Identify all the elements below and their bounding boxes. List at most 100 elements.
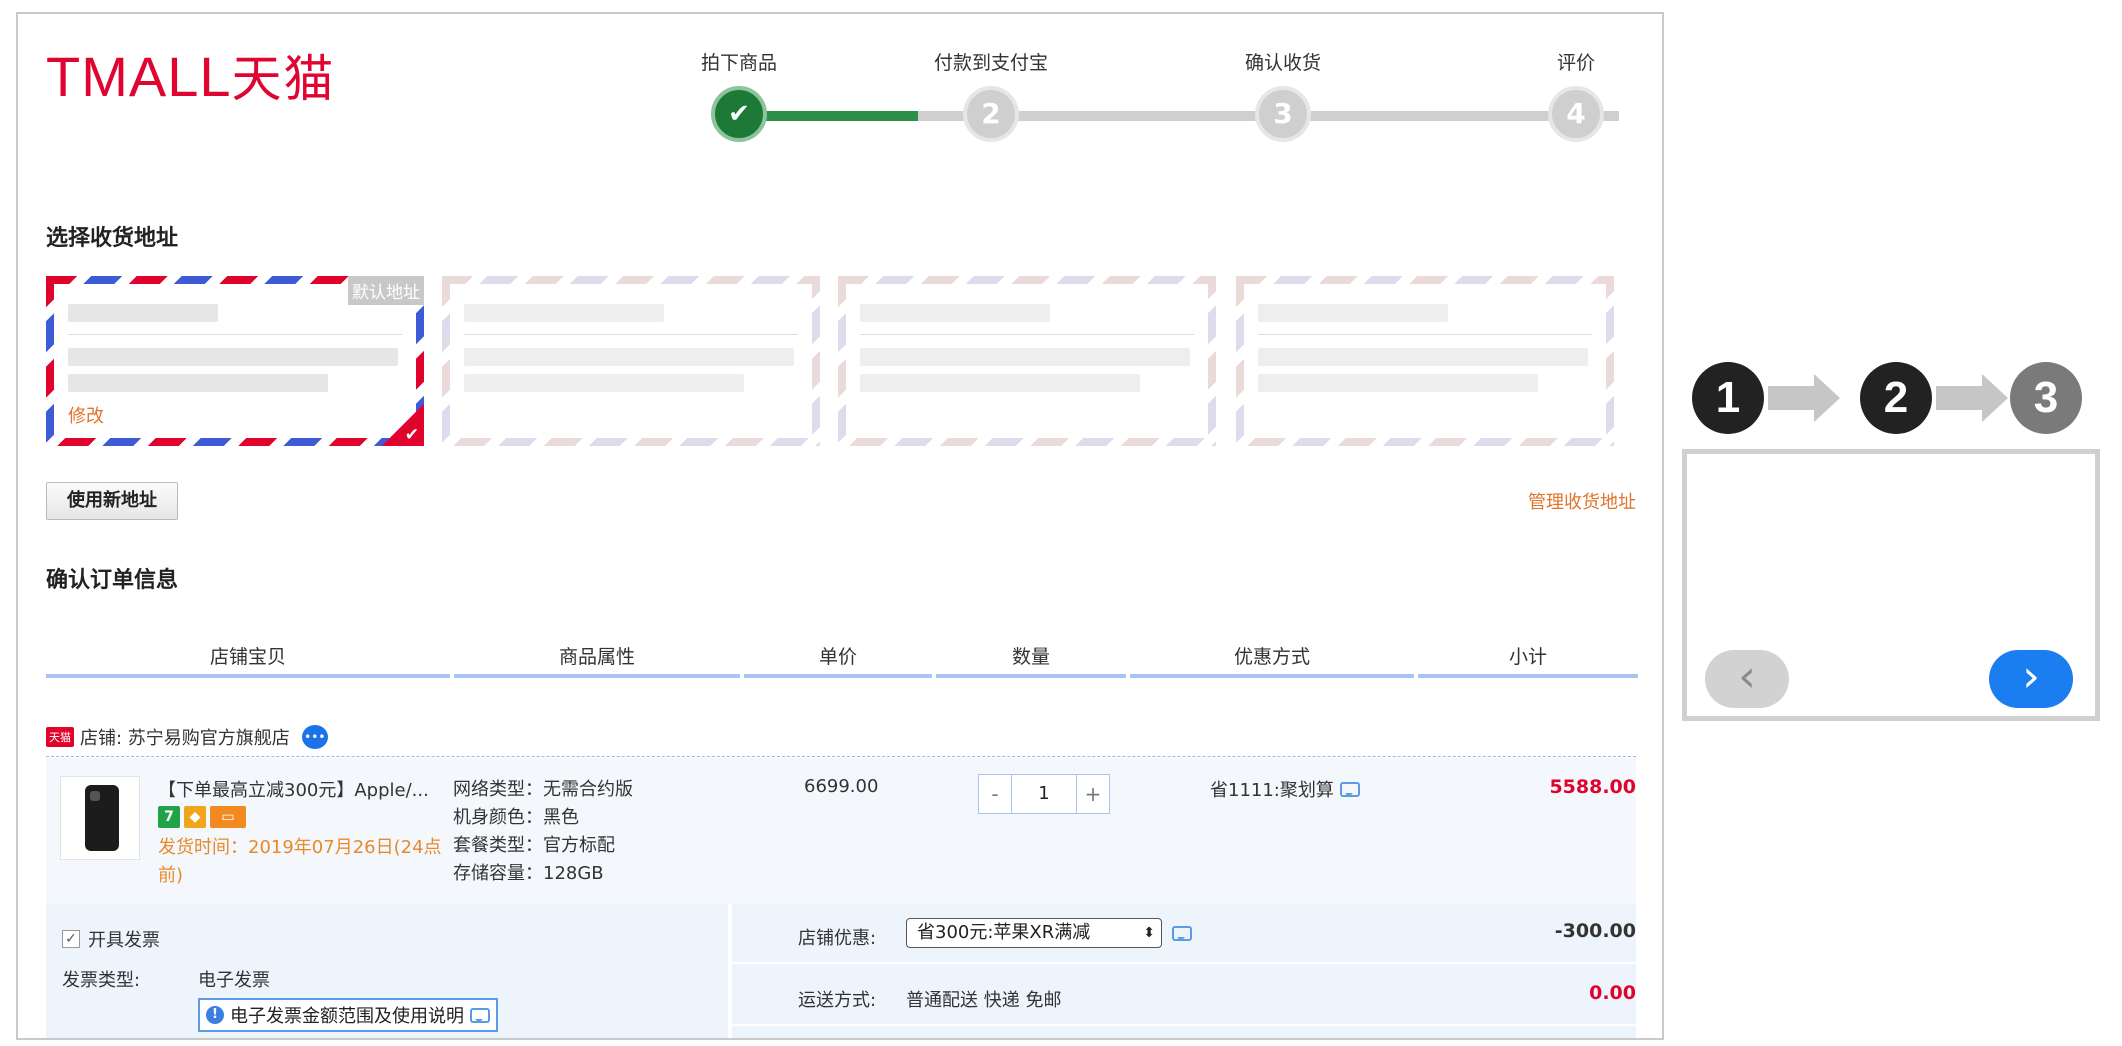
- progress-step-label: 确认收货: [1244, 52, 1321, 74]
- info-icon: !: [206, 1006, 224, 1024]
- invoice-help-box[interactable]: ! 电子发票金额范围及使用说明: [198, 998, 498, 1032]
- progress-step-2: 付款到支付宝 2: [916, 50, 1066, 142]
- address-card-default[interactable]: 默认地址 修改 ✔: [46, 276, 424, 446]
- tutorial-step-2: 2: [1860, 362, 1932, 434]
- message-icon[interactable]: [470, 1007, 490, 1023]
- attribute-storage: 存储容量：128GB: [453, 863, 604, 884]
- tmall-logo[interactable]: TMALL天猫: [46, 49, 336, 105]
- redacted-address-line: [68, 348, 398, 366]
- address-card-body: 默认地址 修改 ✔: [54, 276, 424, 446]
- shipping-label: 运送方式:: [798, 990, 877, 1011]
- order-item-row: 【下单最高立减300元】Apple/... 7 ◆ ▭ 发货时间：2019年07…: [46, 758, 1636, 904]
- chat-icon[interactable]: •••: [301, 725, 328, 749]
- check-icon: ✔: [711, 86, 767, 142]
- store-discount-amount: -300.00: [1554, 920, 1636, 942]
- step-number: 2: [963, 86, 1019, 142]
- attribute-network: 网络类型：无需合约版: [453, 779, 633, 800]
- col-header-quantity: 数量: [936, 642, 1126, 678]
- redacted-address-line: [1258, 374, 1538, 392]
- redacted-address-line: [1258, 348, 1588, 366]
- invoice-toggle[interactable]: ✓ 开具发票: [62, 926, 160, 952]
- step-number: 4: [1548, 86, 1604, 142]
- promotion: 省1111:聚划算: [1210, 776, 1360, 802]
- progress-step-label: 拍下商品: [700, 52, 777, 74]
- divider: [1258, 334, 1592, 335]
- phone-image: [85, 785, 119, 851]
- address-card[interactable]: [1236, 276, 1614, 446]
- redacted-address-line: [464, 348, 794, 366]
- unit-price: 6699.00: [804, 776, 879, 797]
- invoice-type-value: 电子发票: [198, 970, 270, 991]
- address-card-body: [450, 284, 812, 438]
- message-icon[interactable]: [1172, 926, 1192, 941]
- message-icon[interactable]: [1339, 781, 1360, 797]
- select-arrows-icon: ⬍: [1143, 925, 1155, 941]
- order-summary-panel: 店铺优惠: 省300元:苹果XR满减 ⬍ -300.00 运送方式: 普通配送 …: [732, 904, 1636, 1038]
- qty-input[interactable]: 1: [1011, 775, 1077, 813]
- product-title[interactable]: 【下单最高立减300元】Apple/...: [158, 776, 429, 802]
- promotion-text: 省1111:聚划算: [1210, 780, 1334, 801]
- manage-addresses-link[interactable]: 管理收货地址: [1528, 488, 1636, 514]
- col-header-promotion: 优惠方式: [1130, 642, 1414, 678]
- card-payment-icon: ▭: [210, 806, 246, 828]
- address-card[interactable]: [838, 276, 1216, 446]
- qty-minus-button[interactable]: -: [979, 775, 1011, 813]
- ship-time: 发货时间：2019年07月26日(24点前): [158, 837, 442, 886]
- redacted-name: [68, 304, 218, 322]
- quantity-stepper: - 1 +: [978, 774, 1110, 814]
- address-card-body: [1244, 284, 1606, 438]
- tutorial-step-3: 3: [2010, 362, 2082, 434]
- progress-step-3: 确认收货 3: [1208, 50, 1358, 142]
- qty-plus-button[interactable]: +: [1077, 775, 1109, 813]
- arrow-right-icon: [1768, 374, 1840, 422]
- store-discount-row: 店铺优惠: 省300元:苹果XR满减 ⬍ -300.00: [732, 904, 1636, 964]
- product-thumbnail[interactable]: [60, 776, 140, 860]
- tutorial-step-1: 1: [1692, 362, 1764, 434]
- guarantee-icon: ◆: [184, 806, 206, 828]
- use-new-address-button[interactable]: 使用新地址: [46, 482, 178, 520]
- attribute-package: 套餐类型：官方标配: [453, 835, 615, 856]
- progress-step-1: 拍下商品 ✔: [664, 50, 814, 142]
- redacted-address-line: [860, 374, 1140, 392]
- edit-address-link[interactable]: 修改: [68, 402, 104, 428]
- progress-step-4: 评价 4: [1501, 50, 1651, 142]
- shipping-row: 运送方式: 普通配送 快递 免邮 0.00: [732, 966, 1636, 1026]
- store-discount-selected: 省300元:苹果XR满减: [917, 922, 1091, 943]
- redacted-address-line: [464, 374, 744, 392]
- product-attributes: 网络类型：无需合约版 机身颜色：黑色 套餐类型：官方标配 存储容量：128GB: [453, 776, 633, 888]
- store-discount-select[interactable]: 省300元:苹果XR满减 ⬍: [906, 918, 1162, 948]
- invoice-check-label: 开具发票: [88, 930, 160, 951]
- order-section-title: 确认订单信息: [46, 568, 179, 593]
- selected-corner: ✔: [382, 404, 424, 446]
- address-card[interactable]: [442, 276, 820, 446]
- invoice-help-text: 电子发票金额范围及使用说明: [230, 1006, 464, 1027]
- logo-latin: TMALL: [46, 45, 232, 108]
- redacted-address-line: [68, 374, 328, 392]
- address-card-body: [846, 284, 1208, 438]
- tmall-tag-icon: 天猫: [46, 727, 74, 747]
- service-icons: 7 ◆ ▭: [158, 806, 246, 828]
- attribute-color: 机身颜色：黑色: [453, 807, 579, 828]
- chevron-right-icon[interactable]: ›: [1989, 650, 2073, 708]
- screen: TMALL天猫 拍下商品 ✔ 付款到支付宝 2 确认收货 3 评价 4 选择收货…: [0, 0, 2122, 1046]
- checkbox-icon[interactable]: ✓: [62, 930, 80, 948]
- checkout-page: TMALL天猫 拍下商品 ✔ 付款到支付宝 2 确认收货 3 评价 4 选择收货…: [16, 12, 1664, 1040]
- progress-step-label: 评价: [1556, 52, 1595, 74]
- tutorial-steps: 1 2 3: [1692, 362, 2082, 438]
- redacted-address-line: [860, 348, 1190, 366]
- order-progress: 拍下商品 ✔ 付款到支付宝 2 确认收货 3 评价 4: [698, 50, 1653, 150]
- shop-name[interactable]: 店铺: 苏宁易购官方旗舰店: [80, 724, 290, 750]
- shipping-amount: 0.00: [1589, 982, 1636, 1004]
- step-number: 3: [1255, 86, 1311, 142]
- divider: [46, 756, 1636, 757]
- tutorial-carousel: ‹ ›: [1682, 449, 2100, 721]
- chevron-left-icon[interactable]: ‹: [1705, 650, 1789, 708]
- invoice-panel: ✓ 开具发票 发票类型: 电子发票 ! 电子发票金额范围及使用说明: [46, 904, 728, 1038]
- redacted-name: [860, 304, 1050, 322]
- col-header-attributes: 商品属性: [454, 642, 740, 678]
- check-icon: ✔: [404, 425, 419, 445]
- invoice-type-label: 发票类型:: [62, 970, 141, 991]
- default-address-badge: 默认地址: [348, 276, 424, 305]
- divider: [68, 334, 402, 335]
- redacted-name: [464, 304, 664, 322]
